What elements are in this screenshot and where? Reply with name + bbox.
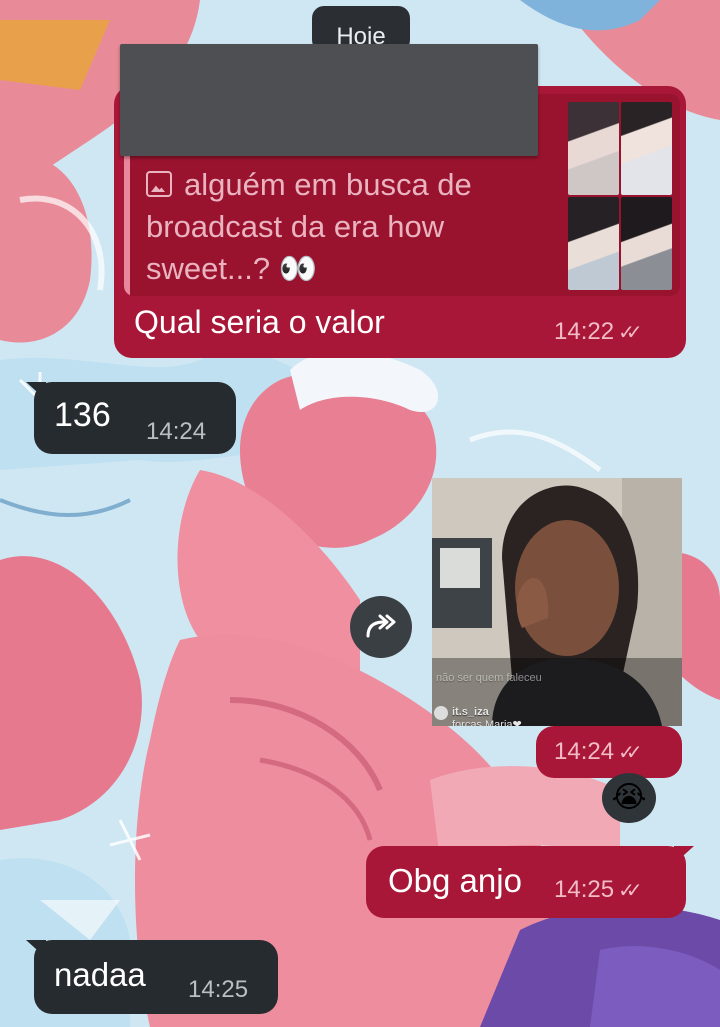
photo-faded-text: não ser quem faleceu: [436, 672, 542, 684]
redaction-overlay: [120, 44, 538, 156]
forward-icon: [366, 614, 396, 638]
thumbnail-photo-2: [621, 102, 672, 195]
avatar: [434, 706, 448, 720]
message-text: Obg anjo: [388, 862, 522, 899]
message-time: 14:24: [554, 738, 615, 765]
double-check-icon: ✓✓: [618, 880, 642, 902]
message-text: nadaa: [54, 956, 146, 993]
photo-message-meta: 14:24 ✓✓: [536, 726, 682, 778]
message-meta: 14:25 ✓✓: [554, 876, 642, 904]
photo-comment: forças Maria❤: [452, 719, 522, 726]
quoted-message-body: alguém em busca de broadcast da era how …: [146, 167, 472, 286]
double-check-icon: ✓✓: [618, 322, 642, 344]
photo-message[interactable]: não ser quem faleceu it.s_iza forças Mar…: [432, 478, 682, 726]
thumbnail-photo-1: [568, 102, 619, 195]
outgoing-reply-message[interactable]: alguém em busca de broadcast da era how …: [114, 44, 686, 358]
quoted-image-thumbnail: [568, 102, 672, 290]
message-text: Qual seria o valor: [134, 304, 385, 340]
photo-image: [432, 478, 682, 726]
forward-button[interactable]: [350, 596, 412, 658]
outgoing-message[interactable]: Obg anjo 14:25 ✓✓: [366, 846, 686, 918]
message-time: 14:24: [146, 418, 207, 445]
photo-username: it.s_iza: [452, 706, 489, 718]
incoming-message[interactable]: 136 14:24: [34, 382, 236, 454]
image-icon: [146, 171, 172, 197]
crying-face-icon: 😭: [611, 781, 647, 814]
message-meta: 14:22 ✓✓: [554, 318, 642, 346]
message-time: 14:25: [554, 876, 615, 903]
incoming-message[interactable]: nadaa 14:25: [34, 940, 278, 1014]
message-meta: 14:24 ✓✓: [554, 738, 642, 766]
message-time: 14:25: [188, 976, 249, 1003]
thumbnail-photo-4: [621, 197, 672, 290]
quoted-message-text: alguém em busca de broadcast da era how …: [146, 164, 546, 290]
double-check-icon: ✓✓: [618, 742, 642, 764]
reaction-badge[interactable]: 😭: [602, 773, 656, 823]
message-text: 136: [54, 396, 111, 434]
thumbnail-photo-3: [568, 197, 619, 290]
message-time: 14:22: [554, 318, 615, 345]
